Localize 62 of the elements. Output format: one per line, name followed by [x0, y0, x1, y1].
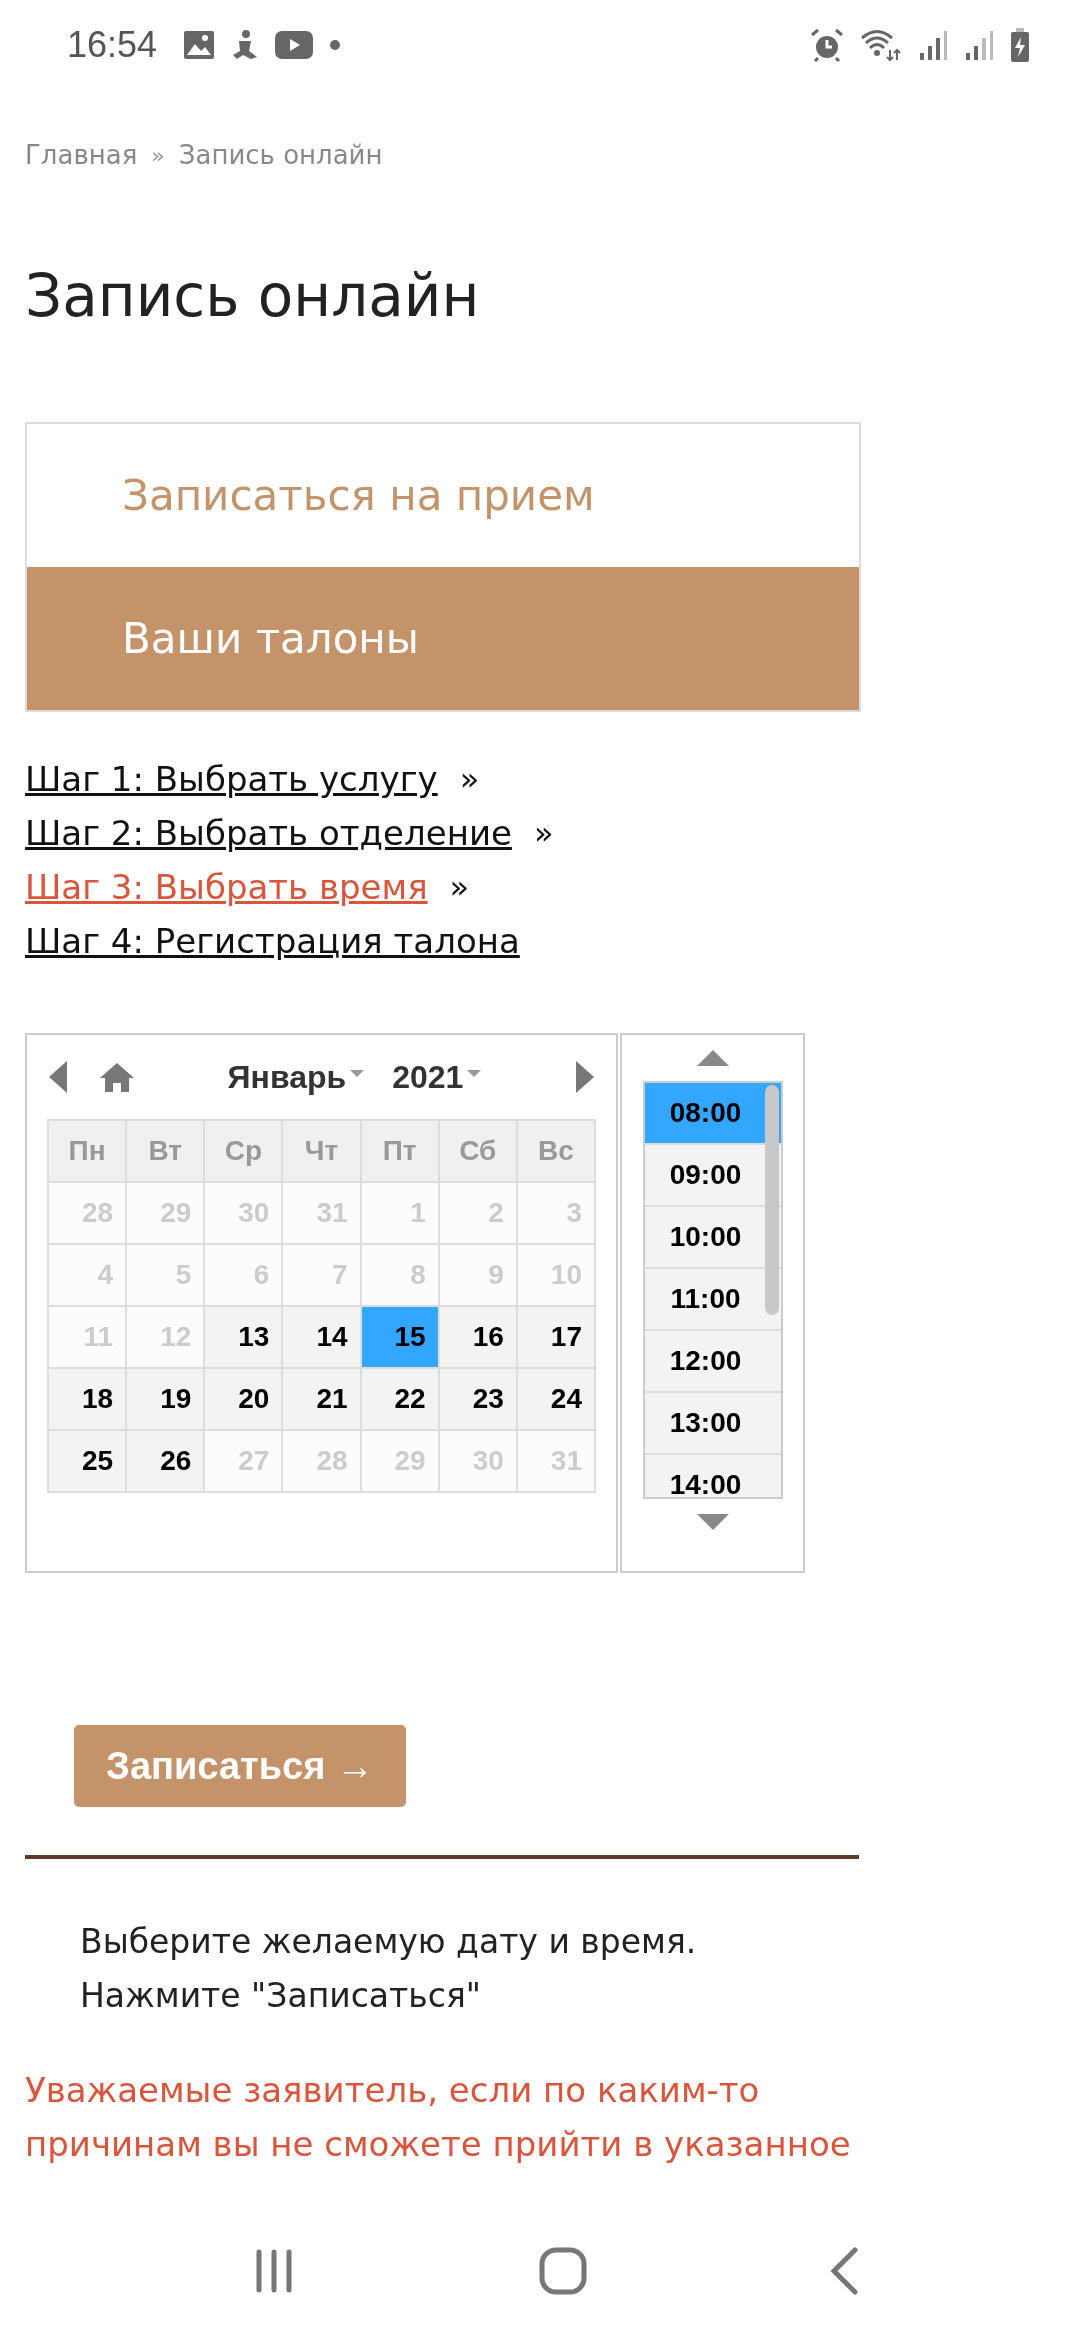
wifi-icon	[860, 28, 902, 62]
home-icon[interactable]	[99, 1061, 135, 1093]
calendar-day[interactable]: 16	[439, 1307, 518, 1369]
step-link[interactable]: Шаг 1: Выбрать услугу	[25, 759, 438, 799]
calendar-day[interactable]: 19	[127, 1369, 206, 1431]
home-button-icon[interactable]	[538, 2246, 588, 2296]
calendar-day[interactable]: 18	[49, 1369, 128, 1431]
warning-text: Уважаемые заявитель, если по каким-то причинам вы не сможете прийти в указанное	[25, 2069, 852, 2166]
dot-icon	[329, 39, 342, 51]
calendar-day[interactable]: 15	[361, 1307, 440, 1369]
calendar-day[interactable]: 20	[205, 1369, 284, 1431]
calendar-day[interactable]: 13	[205, 1307, 284, 1369]
step-link[interactable]: Шаг 3: Выбрать время	[25, 867, 428, 907]
caret-icon	[350, 1070, 365, 1078]
weekday-header: Сб	[439, 1121, 518, 1183]
step-link[interactable]: Шаг 4: Регистрация талона	[25, 921, 520, 961]
calendar-day[interactable]: 21	[283, 1369, 362, 1431]
instruction-text: Выберите желаемую дату и время.	[80, 1921, 698, 1963]
caret-icon	[467, 1070, 482, 1078]
scroll-down-icon[interactable]	[695, 1513, 730, 1531]
signal-icon	[964, 29, 994, 61]
time-slot[interactable]: 08:00	[644, 1083, 781, 1145]
weekday-header: Ср	[205, 1121, 284, 1183]
year-dropdown[interactable]: 2021	[392, 1058, 464, 1096]
calendar-day[interactable]: 14	[283, 1307, 362, 1369]
breadcrumb-link[interactable]: Главная	[25, 140, 138, 170]
weekday-header: Чт	[283, 1121, 362, 1183]
breadcrumb-separator: »	[151, 142, 165, 168]
signal-icon	[918, 29, 948, 61]
calendar-day[interactable]: 25	[49, 1431, 128, 1493]
next-month-icon[interactable]	[574, 1059, 596, 1095]
previous-month-icon[interactable]	[47, 1059, 69, 1095]
step-separator: »	[449, 868, 470, 906]
instruction-text: Нажмите "Записаться"	[80, 1975, 482, 2017]
breadcrumb-link[interactable]: Запись онлайн	[178, 140, 383, 170]
month-dropdown[interactable]: Январь	[227, 1058, 347, 1096]
video-play-icon	[275, 31, 314, 59]
calendar-day[interactable]: 26	[127, 1431, 206, 1493]
step-link[interactable]: Шаг 2: Выбрать отделение	[25, 813, 512, 853]
calendar-day[interactable]: 23	[439, 1369, 518, 1431]
weekday-header: Пт	[361, 1121, 440, 1183]
status-time: 16:54	[67, 24, 158, 66]
time-slot[interactable]: 11:00	[644, 1269, 781, 1331]
alarm-icon	[810, 28, 844, 62]
page-title: Запись онлайн	[25, 262, 481, 330]
weekday-header: Вт	[127, 1121, 206, 1183]
time-slot[interactable]: 12:00	[644, 1331, 781, 1393]
calendar-day[interactable]: 24	[517, 1369, 596, 1431]
image-icon	[183, 30, 216, 60]
time-slot[interactable]: 10:00	[644, 1207, 781, 1269]
weekday-header: Пн	[49, 1121, 128, 1183]
time-slot[interactable]: 09:00	[644, 1145, 781, 1207]
weekday-header: Вс	[517, 1121, 596, 1183]
calendar-day[interactable]: 22	[361, 1369, 440, 1431]
step-separator: »	[459, 760, 480, 798]
scroll-up-icon[interactable]	[695, 1049, 730, 1067]
back-icon[interactable]	[829, 2246, 860, 2296]
battery-charging-icon	[1010, 28, 1030, 62]
time-slot[interactable]: 13:00	[644, 1393, 781, 1455]
calendar-day[interactable]: 17	[517, 1307, 596, 1369]
step-separator: »	[533, 814, 554, 852]
time-slot[interactable]: 14:00	[644, 1455, 781, 1497]
